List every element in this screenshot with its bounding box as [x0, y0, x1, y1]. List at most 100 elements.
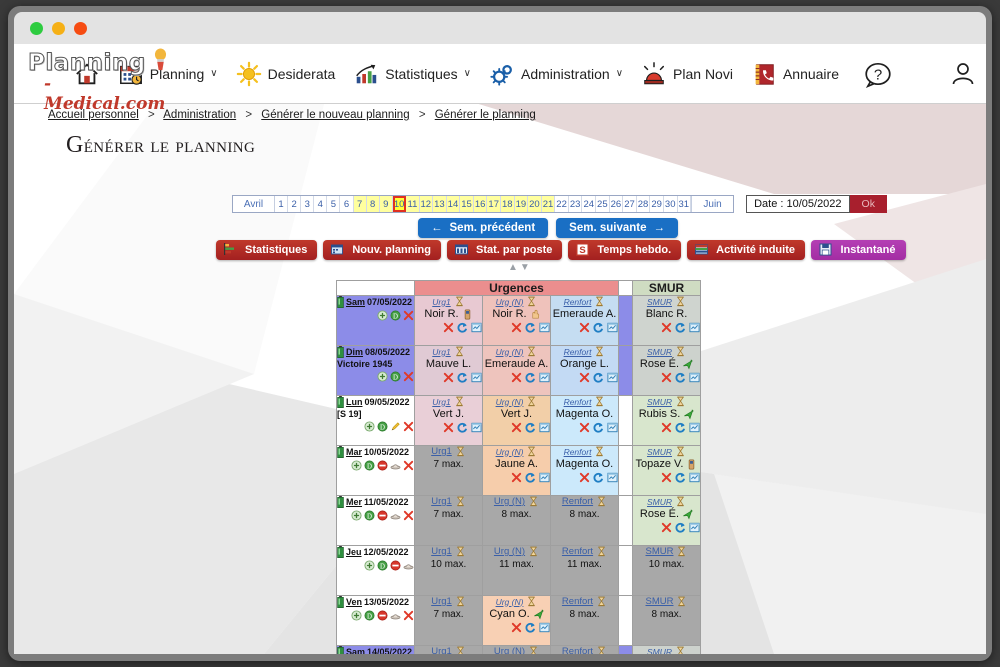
- info-icon[interactable]: D: [377, 421, 388, 432]
- hourglass-icon[interactable]: [596, 596, 607, 607]
- slot-role-label[interactable]: SMUR: [633, 346, 700, 357]
- shift-slot[interactable]: Renfort Magenta O.: [550, 395, 619, 446]
- hourglass-icon[interactable]: [455, 496, 466, 507]
- slot-role-label[interactable]: Renfort: [551, 296, 618, 307]
- note-icon[interactable]: [539, 422, 550, 433]
- hourglass-icon[interactable]: [528, 646, 539, 654]
- note-icon[interactable]: [689, 472, 700, 483]
- slot-role-label[interactable]: Urg (N): [483, 296, 550, 307]
- nav-statistiques[interactable]: Statistiques ∨: [344, 57, 480, 91]
- delete-icon[interactable]: [511, 322, 522, 333]
- date-field[interactable]: Date : 10/05/2022: [746, 195, 850, 213]
- hourglass-icon[interactable]: [455, 596, 466, 607]
- delete-icon[interactable]: [661, 422, 672, 433]
- delete-icon[interactable]: [579, 322, 590, 333]
- shift-slot[interactable]: Urg1 Noir R.: [414, 295, 483, 346]
- reload-icon[interactable]: [675, 372, 686, 383]
- reload-icon[interactable]: [593, 472, 604, 483]
- slot-role-label[interactable]: Renfort: [551, 646, 618, 654]
- info-icon[interactable]: D: [364, 610, 375, 621]
- note-icon[interactable]: [607, 372, 618, 383]
- shift-slot[interactable]: SMUR Rose É.: [632, 495, 701, 546]
- brand-logo[interactable]: Planning -Medical.com: [26, 47, 167, 114]
- day-cell-2[interactable]: 2: [288, 196, 302, 212]
- slot-role-label[interactable]: Urg1: [415, 496, 482, 507]
- hourglass-icon[interactable]: [596, 546, 607, 557]
- slot-role-label[interactable]: Renfort: [551, 546, 618, 557]
- day-cell-24[interactable]: 24: [582, 196, 597, 212]
- hourglass-icon[interactable]: [675, 646, 686, 654]
- shift-slot[interactable]: Urg (N) 8 max.: [482, 495, 551, 546]
- day-cell-12[interactable]: 12: [419, 196, 434, 212]
- nav-user[interactable]: [940, 56, 986, 92]
- delete-icon[interactable]: [661, 472, 672, 483]
- window-close-dot[interactable]: [30, 22, 43, 35]
- shift-slot[interactable]: Urg (N) Cyan O.: [482, 595, 551, 646]
- day-cell-18[interactable]: 18: [500, 196, 515, 212]
- slot-role-label[interactable]: Urg (N): [483, 546, 550, 557]
- breadcrumb-item-2[interactable]: Générer le nouveau planning: [261, 109, 409, 121]
- delete-icon[interactable]: [511, 622, 522, 633]
- slot-role-label[interactable]: SMUR: [633, 496, 700, 507]
- day-cell-16[interactable]: 16: [473, 196, 488, 212]
- delete-icon[interactable]: [443, 372, 454, 383]
- delete-icon[interactable]: [443, 422, 454, 433]
- day-cell-29[interactable]: 29: [650, 196, 664, 212]
- instantane-button[interactable]: Instantané: [810, 240, 906, 260]
- reload-icon[interactable]: [457, 322, 468, 333]
- hat-icon[interactable]: [390, 510, 401, 521]
- info-icon[interactable]: D: [390, 310, 401, 321]
- note-icon[interactable]: [539, 372, 550, 383]
- breadcrumb-item-1[interactable]: Administration: [163, 109, 236, 121]
- shift-slot[interactable]: Renfort 8 max.: [550, 495, 619, 546]
- month-label-left[interactable]: Avril: [233, 196, 275, 212]
- hat-icon[interactable]: [390, 610, 401, 621]
- plane-icon[interactable]: [683, 409, 694, 420]
- slot-role-label[interactable]: Urg (N): [483, 596, 550, 607]
- hourglass-icon[interactable]: [455, 446, 466, 457]
- plane-icon[interactable]: [682, 359, 693, 370]
- shift-slot[interactable]: Urg1 Mauve L.: [414, 345, 483, 396]
- plane-icon[interactable]: [533, 609, 544, 620]
- delete-icon[interactable]: [511, 472, 522, 483]
- slot-role-label[interactable]: Urg (N): [483, 646, 550, 654]
- hand-icon[interactable]: [530, 309, 541, 320]
- slot-role-label[interactable]: Renfort: [551, 446, 618, 457]
- note-icon[interactable]: [471, 372, 482, 383]
- add-icon[interactable]: [351, 510, 362, 521]
- hourglass-icon[interactable]: [454, 346, 465, 357]
- slot-role-label[interactable]: Renfort: [551, 496, 618, 507]
- shift-slot[interactable]: Renfort Emeraude A.: [550, 295, 619, 346]
- info-icon[interactable]: D: [364, 460, 375, 471]
- shift-slot[interactable]: SMURGris B.: [632, 645, 701, 654]
- delete-icon[interactable]: [661, 522, 672, 533]
- hourglass-icon[interactable]: [455, 646, 466, 654]
- slot-role-label[interactable]: SMUR: [633, 446, 700, 457]
- day-cell-15[interactable]: 15: [460, 196, 474, 212]
- delete-icon[interactable]: [511, 422, 522, 433]
- shift-slot[interactable]: Urg1 7 max.: [414, 595, 483, 646]
- reload-icon[interactable]: [525, 322, 536, 333]
- day-cell-14[interactable]: 14: [446, 196, 461, 212]
- hourglass-icon[interactable]: [676, 546, 687, 557]
- day-cell-22[interactable]: 22: [555, 196, 569, 212]
- hat-icon[interactable]: [403, 560, 414, 571]
- hourglass-icon[interactable]: [528, 496, 539, 507]
- add-icon[interactable]: [351, 610, 362, 621]
- hourglass-icon[interactable]: [675, 346, 686, 357]
- ok-button[interactable]: Ok: [849, 195, 887, 213]
- delete-icon[interactable]: [403, 371, 414, 382]
- reload-icon[interactable]: [593, 422, 604, 433]
- day-cell-20[interactable]: 20: [528, 196, 542, 212]
- shift-slot[interactable]: SMUR Rose É.: [632, 345, 701, 396]
- add-icon[interactable]: [351, 460, 362, 471]
- delete-icon[interactable]: [579, 372, 590, 383]
- day-cell[interactable]: Dim 08/05/2022 Victoire 1945 D: [336, 345, 415, 396]
- slot-role-label[interactable]: Urg (N): [483, 346, 550, 357]
- person-icon[interactable]: [686, 459, 697, 470]
- sort-down-icon[interactable]: ▼: [520, 262, 532, 273]
- hat-icon[interactable]: [390, 460, 401, 471]
- plane-icon[interactable]: [682, 509, 693, 520]
- activite-induite-button[interactable]: Activité induite: [687, 240, 805, 260]
- shift-slot[interactable]: Urg (N) Emeraude A.: [482, 345, 551, 396]
